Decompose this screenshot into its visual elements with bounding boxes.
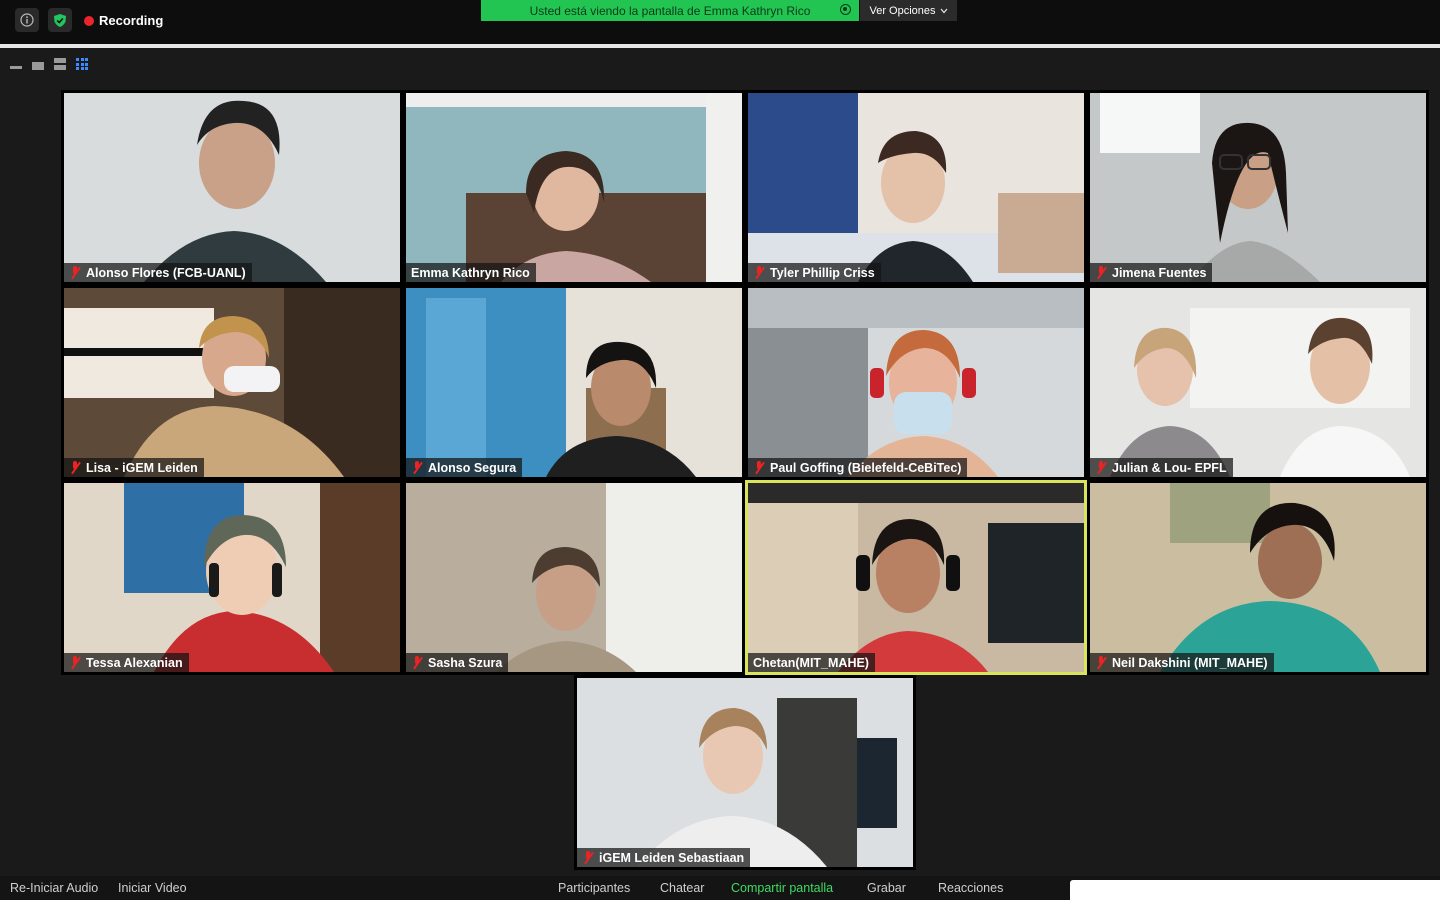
mic-muted-icon <box>69 461 81 474</box>
participant-name: Chetan(MIT_MAHE) <box>753 655 869 670</box>
video-tile[interactable]: Alonso Segura <box>403 285 745 480</box>
participants-button[interactable]: Participantes <box>558 881 630 895</box>
video-tile[interactable]: Lisa - iGEM Leiden <box>61 285 403 480</box>
video-tile[interactable]: Alonso Flores (FCB-UANL) <box>61 90 403 285</box>
mic-muted-icon <box>411 461 423 474</box>
participant-name: Neil Dakshini (MIT_MAHE) <box>1112 655 1268 670</box>
video-feed <box>64 483 400 672</box>
participant-nametag: Chetan(MIT_MAHE) <box>748 653 875 672</box>
participant-name: Jimena Fuentes <box>1112 265 1207 280</box>
mic-muted-icon <box>1095 266 1107 279</box>
chevron-down-icon <box>940 8 948 13</box>
participant-name: Sasha Szura <box>428 655 503 670</box>
participant-name: Tessa Alexanian <box>86 655 183 670</box>
video-tile[interactable]: iGEM Leiden Sebastiaan <box>574 675 916 870</box>
participant-name: Julian & Lou- EPFL <box>1112 460 1227 475</box>
mic-muted-icon <box>582 851 594 864</box>
video-feed <box>748 288 1084 477</box>
mic-muted-icon <box>753 461 765 474</box>
video-feed <box>1090 93 1426 282</box>
video-tile[interactable]: Neil Dakshini (MIT_MAHE) <box>1087 480 1429 675</box>
mic-muted-icon <box>69 656 81 669</box>
mic-muted-icon <box>411 656 423 669</box>
screen-share-banner: Usted está viendo la pantalla de Emma Ka… <box>481 0 859 21</box>
mic-muted-icon <box>1095 461 1107 474</box>
mic-muted-icon <box>69 266 81 279</box>
video-tile[interactable]: Paul Goffing (Bielefeld-CeBiTec) <box>745 285 1087 480</box>
mic-muted-icon <box>753 266 765 279</box>
participant-name: Alonso Flores (FCB-UANL) <box>86 265 246 280</box>
video-tile[interactable]: Tyler Phillip Criss <box>745 90 1087 285</box>
participant-name: Lisa - iGEM Leiden <box>86 460 198 475</box>
video-tile[interactable]: Tessa Alexanian <box>61 480 403 675</box>
chat-button[interactable]: Chatear <box>660 881 704 895</box>
participant-name: Paul Goffing (Bielefeld-CeBiTec) <box>770 460 962 475</box>
recording-dot-icon <box>84 15 94 26</box>
video-feed <box>1090 288 1426 477</box>
video-tile[interactable]: Julian & Lou- EPFL <box>1087 285 1429 480</box>
participant-nametag: Jimena Fuentes <box>1090 263 1213 282</box>
participant-name: iGEM Leiden Sebastiaan <box>599 850 745 865</box>
video-feed <box>748 483 1084 672</box>
restart-audio-button[interactable]: Re-Iniciar Audio <box>10 881 98 895</box>
participant-nametag: Tessa Alexanian <box>64 653 189 672</box>
mic-muted-icon <box>1095 656 1107 669</box>
video-tile-active-speaker[interactable]: Chetan(MIT_MAHE) <box>745 480 1087 675</box>
view-options-label: Ver Opciones <box>869 4 936 17</box>
video-tile[interactable]: Sasha Szura <box>403 480 745 675</box>
participant-nametag: Alonso Flores (FCB-UANL) <box>64 263 252 282</box>
participant-name: Tyler Phillip Criss <box>770 265 875 280</box>
reactions-button[interactable]: Reacciones <box>938 881 1003 895</box>
video-tile[interactable]: Emma Kathryn Rico <box>403 90 745 285</box>
recording-indicator[interactable]: Recording <box>84 13 163 28</box>
notification-panel <box>1070 880 1440 900</box>
video-tile[interactable]: Jimena Fuentes <box>1087 90 1429 285</box>
participant-nametag: Sasha Szura <box>406 653 509 672</box>
video-feed <box>748 93 1084 282</box>
share-screen-button[interactable]: Compartir pantalla <box>731 881 833 895</box>
layout-switcher <box>10 58 88 70</box>
info-icon[interactable] <box>15 8 39 32</box>
participant-name: Alonso Segura <box>428 460 517 475</box>
participant-nametag: iGEM Leiden Sebastiaan <box>577 848 751 867</box>
video-feed <box>406 288 742 477</box>
video-feed <box>1090 483 1426 672</box>
share-border <box>0 44 1440 48</box>
participant-nametag: Neil Dakshini (MIT_MAHE) <box>1090 653 1274 672</box>
record-button[interactable]: Grabar <box>867 881 906 895</box>
video-feed <box>64 288 400 477</box>
video-feed <box>577 678 913 867</box>
speaker-view-icon[interactable] <box>32 62 44 70</box>
participant-nametag: Tyler Phillip Criss <box>748 263 881 282</box>
participant-nametag: Lisa - iGEM Leiden <box>64 458 204 477</box>
participant-nametag: Julian & Lou- EPFL <box>1090 458 1233 477</box>
minimize-view-icon[interactable] <box>10 66 22 69</box>
view-options-button[interactable]: Ver Opciones <box>860 0 957 21</box>
recording-label: Recording <box>99 13 164 28</box>
top-bar: Recording Usted está viendo la pantalla … <box>0 0 1440 44</box>
video-feed <box>64 93 400 282</box>
participant-nametag: Emma Kathryn Rico <box>406 263 536 282</box>
participant-name: Emma Kathryn Rico <box>411 265 530 280</box>
strip-view-icon[interactable] <box>54 58 66 70</box>
video-feed <box>406 93 742 282</box>
participant-nametag: Alonso Segura <box>406 458 523 477</box>
start-video-button[interactable]: Iniciar Video <box>118 881 187 895</box>
share-status-icon <box>840 4 851 15</box>
participant-nametag: Paul Goffing (Bielefeld-CeBiTec) <box>748 458 968 477</box>
shield-check-icon[interactable] <box>48 8 72 32</box>
share-banner-text: Usted está viendo la pantalla de Emma Ka… <box>529 3 811 18</box>
gallery-view-icon[interactable] <box>76 58 88 70</box>
video-feed <box>406 483 742 672</box>
